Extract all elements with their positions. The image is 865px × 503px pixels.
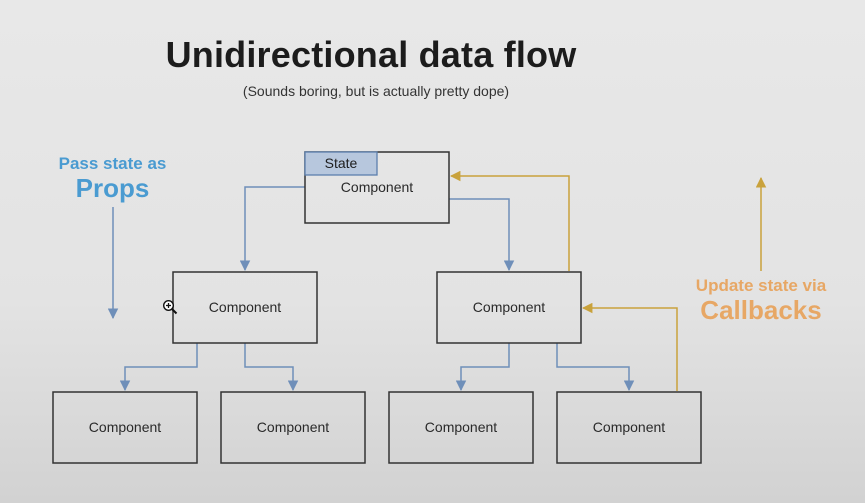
component-box-mid-right: Component <box>436 271 582 344</box>
callbacks-caption-line2: Callbacks <box>700 295 822 325</box>
zoom-in-cursor-icon <box>162 299 178 315</box>
props-arrow-mid-left-to-leaf-1 <box>119 343 198 392</box>
props-caption-line2: Props <box>75 173 150 203</box>
component-box-leaf-4: Component <box>556 391 702 464</box>
props-arrow-mid-right-to-leaf-4 <box>556 343 635 392</box>
component-label: Component <box>593 419 665 435</box>
component-label: Component <box>257 419 329 435</box>
props-caption-line1: Pass state as <box>58 154 167 173</box>
callback-arrow-mid-right-to-root <box>449 170 570 271</box>
callback-arrow-leaf-4-to-mid-right <box>581 302 678 391</box>
component-label: Component <box>89 419 161 435</box>
component-label: Component <box>341 179 413 195</box>
component-box-leaf-1: Component <box>52 391 198 464</box>
component-label: Component <box>209 299 281 315</box>
callbacks-caption-line1: Update state via <box>695 276 827 295</box>
props-arrow-root-to-mid-left <box>239 186 305 272</box>
slide: Unidirectional data flow (Sounds boring,… <box>0 0 865 503</box>
props-arrow-root-to-mid-right <box>449 198 515 272</box>
component-tree-diagram: Component State Component Component Comp… <box>52 151 767 464</box>
props-arrow-mid-left-to-leaf-2 <box>244 343 299 392</box>
component-box-leaf-3: Component <box>388 391 534 464</box>
state-tag-label: State <box>325 155 358 171</box>
component-box-leaf-2: Component <box>220 391 366 464</box>
component-label: Component <box>425 419 497 435</box>
component-box-mid-left: Component <box>172 271 318 344</box>
props-arrow-mid-right-to-leaf-3 <box>455 343 510 392</box>
component-label: Component <box>473 299 545 315</box>
state-tag: State <box>304 151 378 176</box>
